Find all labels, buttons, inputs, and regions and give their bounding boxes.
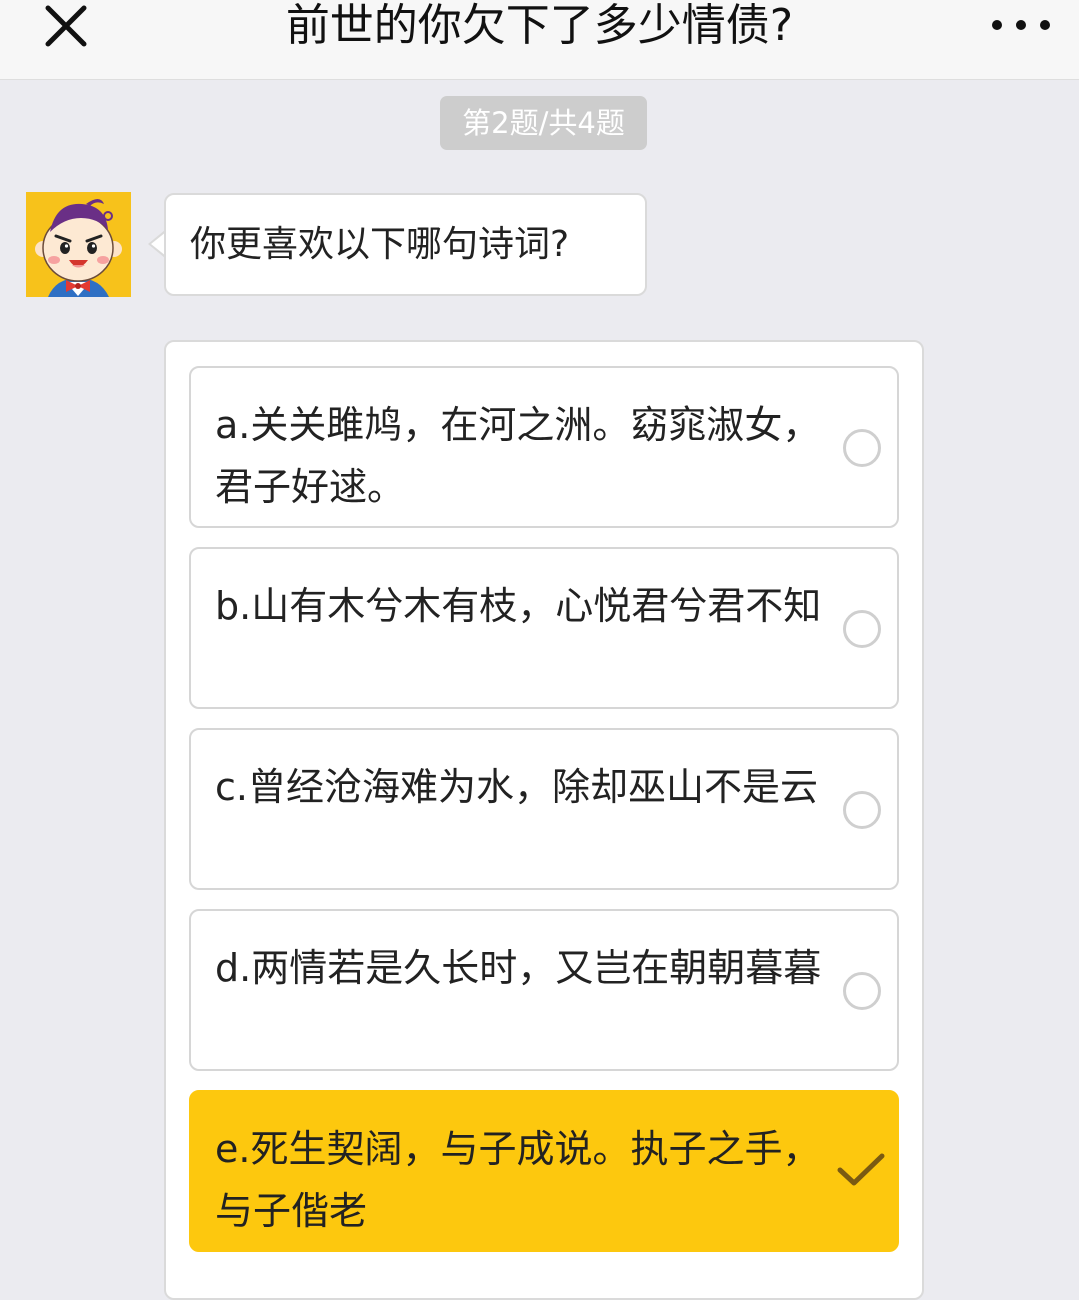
close-button[interactable] [38, 3, 94, 49]
question-bubble: 你更喜欢以下哪句诗词? [164, 193, 647, 296]
radio-unchecked-icon[interactable] [843, 429, 881, 467]
option-c[interactable]: c.曾经沧海难为水，除却巫山不是云 [189, 728, 899, 890]
more-dots-icon [992, 20, 1002, 30]
option-d[interactable]: d.两情若是久长时，又岂在朝朝暮暮 [189, 909, 899, 1071]
page-title: 前世的你欠下了多少情债? [285, 0, 794, 51]
option-b[interactable]: b.山有木兮木有枝，心悦君兮君不知 [189, 547, 899, 709]
more-menu-button[interactable] [990, 5, 1052, 45]
cartoon-boy-avatar-icon [26, 192, 131, 297]
option-label: d.两情若是久长时，又岂在朝朝暮暮 [215, 946, 822, 990]
radio-unchecked-icon[interactable] [843, 610, 881, 648]
close-icon [45, 5, 87, 47]
question-progress-badge: 第2题/共4题 [440, 96, 647, 150]
option-label: c.曾经沧海难为水，除却巫山不是云 [215, 765, 818, 809]
option-e[interactable]: e.死生契阔，与子成说。执子之手，与子偕老 [189, 1090, 899, 1252]
checkmark-icon[interactable] [835, 1150, 887, 1190]
option-label: b.山有木兮木有枝，心悦君兮君不知 [215, 584, 822, 628]
option-a[interactable]: a.关关雎鸠，在河之洲。窈窕淑女，君子好逑。 [189, 366, 899, 528]
radio-unchecked-icon[interactable] [843, 791, 881, 829]
option-label: e.死生契阔，与子成说。执子之手，与子偕老 [215, 1127, 821, 1233]
option-label: a.关关雎鸠，在河之洲。窈窕淑女，君子好逑。 [215, 403, 821, 509]
top-nav-bar: 前世的你欠下了多少情债? [0, 0, 1079, 80]
radio-unchecked-icon[interactable] [843, 972, 881, 1010]
avatar [26, 192, 131, 297]
